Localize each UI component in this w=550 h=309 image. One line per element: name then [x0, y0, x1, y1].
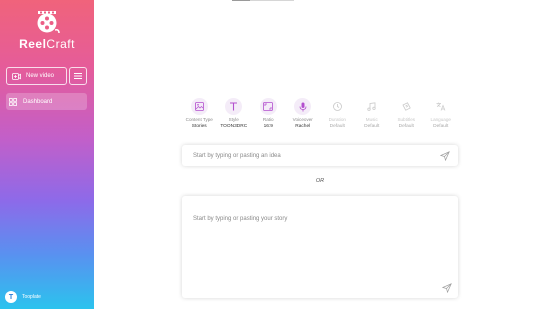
option-label: Style: [228, 117, 239, 122]
option-voiceover[interactable]: Voiceover Rachel: [286, 98, 321, 138]
option-content-type[interactable]: Content Type Stories: [182, 98, 217, 138]
video-add-icon: [12, 72, 21, 80]
send-icon[interactable]: [442, 283, 452, 293]
user-profile[interactable]: T Tooplate: [5, 291, 41, 303]
or-separator: OR: [315, 178, 325, 184]
menu-button[interactable]: [69, 67, 87, 85]
microphone-icon: [294, 98, 312, 115]
send-icon[interactable]: [440, 151, 450, 161]
new-video-label: New video: [26, 73, 55, 79]
option-language[interactable]: Language Default: [424, 98, 459, 138]
brand-name-bold: Reel: [19, 37, 47, 51]
option-value: Stories: [191, 124, 207, 129]
logo[interactable]: ReelCraft: [0, 10, 94, 51]
idea-input-placeholder: Start by typing or pasting an idea: [193, 152, 281, 159]
new-video-button[interactable]: New video: [6, 67, 67, 85]
image-icon: [190, 98, 208, 115]
option-value: 16:9: [263, 124, 273, 129]
translate-icon: [432, 98, 449, 115]
sidebar-item-dashboard[interactable]: Dashboard: [6, 93, 87, 110]
option-label: Duration: [328, 117, 346, 122]
video-options-bar: Content Type Stories Style TOON3DRC Rati…: [182, 98, 458, 138]
option-value: Default: [398, 124, 414, 129]
scroll-indicator: [232, 0, 294, 1]
idea-input[interactable]: Start by typing or pasting an idea: [182, 145, 458, 166]
option-label: Voiceover: [292, 117, 313, 122]
option-label: Ratio: [262, 117, 274, 122]
option-label: Language: [430, 117, 451, 122]
list-icon: [74, 73, 82, 79]
option-label: Content Type: [185, 117, 213, 122]
option-style[interactable]: Style TOON3DRC: [217, 98, 252, 138]
option-duration[interactable]: Duration Default: [320, 98, 355, 138]
brand-name: ReelCraft: [0, 37, 94, 51]
user-name: Tooplate: [22, 294, 41, 300]
option-music[interactable]: Music Default: [355, 98, 390, 138]
sidebar: ReelCraft New video Dashboard T Tooplate: [0, 0, 94, 309]
aspect-ratio-icon: [259, 98, 277, 115]
option-value: Rachel: [295, 124, 311, 129]
music-note-icon: [363, 98, 380, 115]
story-input-placeholder: Start by typing or pasting your story: [193, 216, 288, 222]
subtitles-icon: [398, 98, 415, 115]
clock-icon: [329, 98, 346, 115]
grid-icon: [9, 97, 17, 106]
option-value: Default: [329, 124, 345, 129]
story-input[interactable]: Start by typing or pasting your story: [182, 196, 458, 298]
option-subtitles[interactable]: Subtitles Default: [389, 98, 424, 138]
text-style-icon: [225, 98, 243, 115]
scroll-indicator-thumb: [232, 0, 250, 1]
option-ratio[interactable]: Ratio 16:9: [251, 98, 286, 138]
option-label: Music: [365, 117, 378, 122]
option-value: Default: [364, 124, 380, 129]
film-reel-icon: [37, 11, 60, 34]
avatar: T: [5, 291, 17, 303]
option-value: Default: [433, 124, 449, 129]
brand-name-light: Craft: [46, 37, 75, 51]
option-value: TOON3DRC: [220, 124, 248, 129]
option-label: Subtitles: [397, 117, 416, 122]
sidebar-item-label: Dashboard: [23, 98, 53, 105]
